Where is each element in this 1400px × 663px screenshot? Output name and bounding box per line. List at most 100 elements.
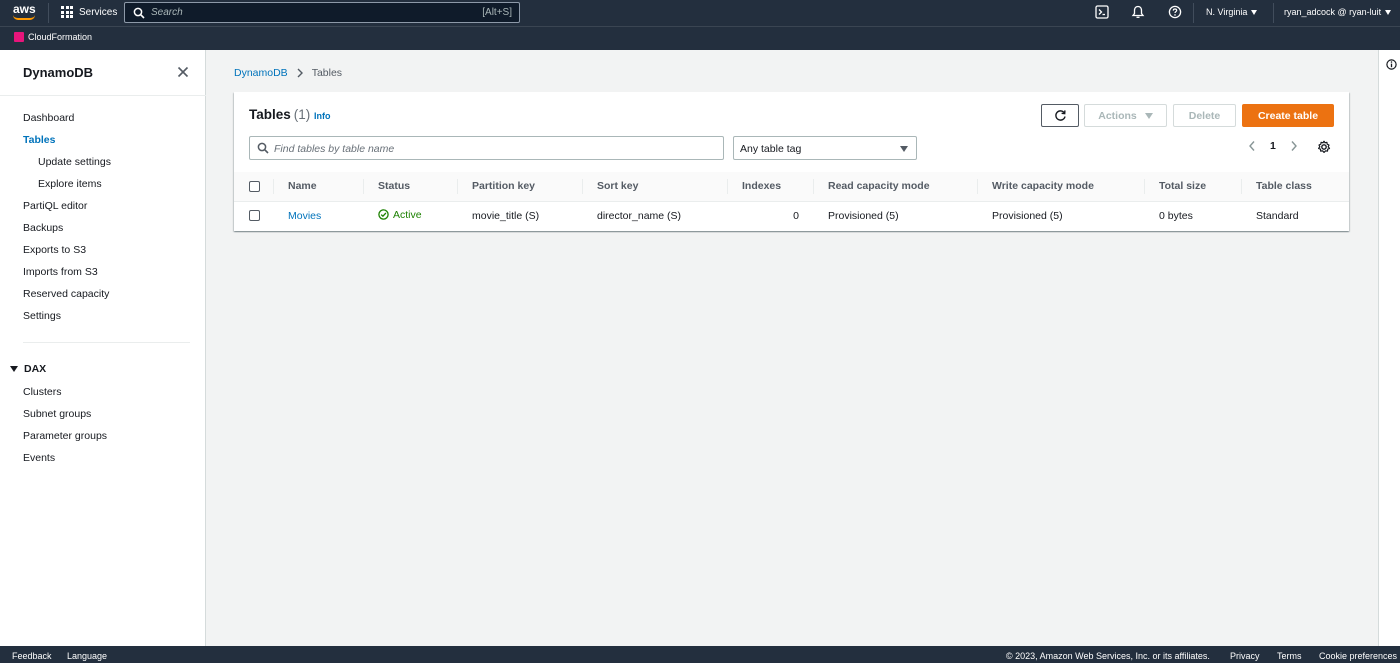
sidebar-item-explore-items[interactable]: Explore items: [38, 178, 102, 190]
account-menu[interactable]: ryan_adcock @ ryan-luit: [1284, 7, 1392, 17]
row-checkbox[interactable]: [249, 210, 260, 222]
divider: [0, 95, 206, 96]
status-text: Active: [393, 208, 422, 221]
cell-status: Active: [363, 201, 457, 230]
breadcrumb-current: Tables: [311, 67, 343, 79]
column-header-write-capacity-mode[interactable]: Write capacity mode: [977, 172, 1144, 202]
cloudformation-icon: [14, 32, 24, 42]
terms-link[interactable]: Terms: [1277, 651, 1302, 661]
aws-logo[interactable]: aws: [13, 3, 36, 15]
close-icon[interactable]: [177, 66, 189, 78]
refresh-button[interactable]: [1041, 104, 1079, 127]
tables-panel: Tables (1) Info Actions Delete Create tab…: [234, 92, 1349, 231]
row-select-cell: [234, 201, 273, 230]
cell-read-capacity-mode: Provisioned (5): [828, 209, 899, 222]
breadcrumb: DynamoDB Tables: [234, 67, 342, 79]
sidebar-item-imports-from-s3[interactable]: Imports from S3: [23, 266, 98, 278]
language-link[interactable]: Language: [67, 651, 107, 661]
info-link[interactable]: Info: [314, 111, 331, 121]
chevron-right-icon[interactable]: [1290, 140, 1298, 152]
cell-partition-key: movie_title (S): [472, 209, 540, 222]
sidebar-item-settings[interactable]: Settings: [23, 310, 61, 322]
help-panel-strip: [1378, 50, 1400, 646]
favorite-cloudformation[interactable]: CloudFormation: [14, 32, 92, 42]
favorite-label: CloudFormation: [28, 32, 93, 42]
table-header-row: Name Status Partition key Sort key Index…: [234, 172, 1349, 202]
create-table-label: Create table: [1257, 109, 1319, 122]
column-label: Partition key: [472, 180, 536, 193]
region-label: N. Virginia: [1206, 7, 1248, 17]
chevron-left-icon[interactable]: [1248, 140, 1256, 152]
gear-icon[interactable]: [1317, 140, 1331, 154]
chevron-right-icon: [297, 68, 303, 78]
sidebar-item-reserved-capacity[interactable]: Reserved capacity: [23, 288, 109, 300]
table-count: (1): [293, 107, 311, 122]
table-name-link[interactable]: Movies: [288, 210, 321, 222]
divider: [48, 3, 49, 23]
table-name-filter-input[interactable]: Find tables by table name: [249, 136, 724, 160]
privacy-link[interactable]: Privacy: [1230, 651, 1260, 661]
select-all-checkbox[interactable]: [249, 180, 260, 192]
caret-down-icon: [1385, 9, 1392, 15]
divider: [1193, 3, 1194, 23]
sidebar-item-subnet-groups[interactable]: Subnet groups: [23, 408, 91, 420]
sidebar-item-exports-to-s3[interactable]: Exports to S3: [23, 244, 86, 256]
caret-down-icon: [1251, 9, 1258, 15]
tables-table: Name Status Partition key Sort key Index…: [234, 172, 1349, 230]
cell-table-class: Standard: [1256, 209, 1299, 222]
column-header-partition-key[interactable]: Partition key: [457, 172, 582, 202]
divider: [1273, 3, 1274, 23]
global-search-input[interactable]: Search [Alt+S]: [124, 2, 520, 23]
region-selector[interactable]: N. Virginia: [1206, 7, 1258, 17]
select-all-cell: [234, 172, 273, 202]
notifications-bell-icon[interactable]: [1131, 5, 1145, 19]
column-label: Sort key: [597, 180, 639, 193]
services-label: Services: [79, 6, 118, 18]
column-header-sort-key[interactable]: Sort key: [582, 172, 727, 202]
create-table-button[interactable]: Create table: [1242, 104, 1334, 127]
search-icon: [133, 7, 145, 19]
cell-name: Movies: [273, 201, 363, 230]
column-header-name[interactable]: Name: [273, 172, 391, 202]
sidebar-title[interactable]: DynamoDB: [23, 65, 93, 80]
favorites-bar: CloudFormation: [0, 26, 1400, 50]
sidebar-item-backups[interactable]: Backups: [23, 222, 63, 234]
feedback-link[interactable]: Feedback: [12, 651, 52, 661]
table-row: Movies Active movie_title (S) director_n…: [234, 201, 1349, 230]
breadcrumb-dynamodb[interactable]: DynamoDB: [234, 67, 288, 79]
column-header-total-size[interactable]: Total size: [1144, 172, 1241, 202]
check-circle-icon: [378, 209, 389, 220]
divider: [23, 342, 190, 343]
cloudshell-icon[interactable]: [1095, 5, 1109, 19]
column-label: Write capacity mode: [992, 180, 1094, 193]
help-icon[interactable]: [1168, 5, 1182, 19]
filter-placeholder: Find tables by table name: [274, 143, 395, 155]
delete-button[interactable]: Delete: [1173, 104, 1236, 127]
current-page-number[interactable]: 1: [1270, 140, 1276, 152]
sidebar-item-events[interactable]: Events: [23, 452, 55, 464]
column-label: Status: [378, 180, 411, 193]
sidebar-item-parameter-groups[interactable]: Parameter groups: [23, 430, 107, 442]
cookie-preferences-link[interactable]: Cookie preferences: [1319, 651, 1397, 661]
caret-down-icon: [1144, 112, 1153, 119]
sidebar-item-update-settings[interactable]: Update settings: [38, 156, 111, 168]
sidebar-item-clusters[interactable]: Clusters: [23, 386, 62, 398]
column-header-read-capacity-mode[interactable]: Read capacity mode: [813, 172, 977, 202]
actions-dropdown-button[interactable]: Actions: [1084, 104, 1167, 127]
sidebar-item-partiql-editor[interactable]: PartiQL editor: [23, 200, 87, 212]
dax-section-toggle[interactable]: DAX: [10, 363, 46, 375]
column-header-table-class[interactable]: Table class: [1241, 172, 1349, 202]
status-badge: Active: [378, 209, 422, 221]
column-label: Read capacity mode: [828, 180, 930, 193]
search-placeholder: Search: [151, 7, 183, 18]
aws-smile-logo-icon: [13, 15, 35, 20]
info-icon[interactable]: [1386, 59, 1397, 70]
services-menu-button[interactable]: Services: [61, 6, 117, 18]
sidebar-item-dashboard[interactable]: Dashboard: [23, 112, 74, 124]
table-tag-select[interactable]: Any table tag: [733, 136, 917, 160]
search-shortcut-hint: [Alt+S]: [482, 7, 512, 18]
console-footer: Feedback Language © 2023, Amazon Web Ser…: [0, 646, 1400, 663]
column-header-indexes[interactable]: Indexes: [727, 172, 813, 202]
column-header-status[interactable]: Status: [363, 172, 457, 202]
sidebar-item-tables[interactable]: Tables: [23, 134, 55, 146]
